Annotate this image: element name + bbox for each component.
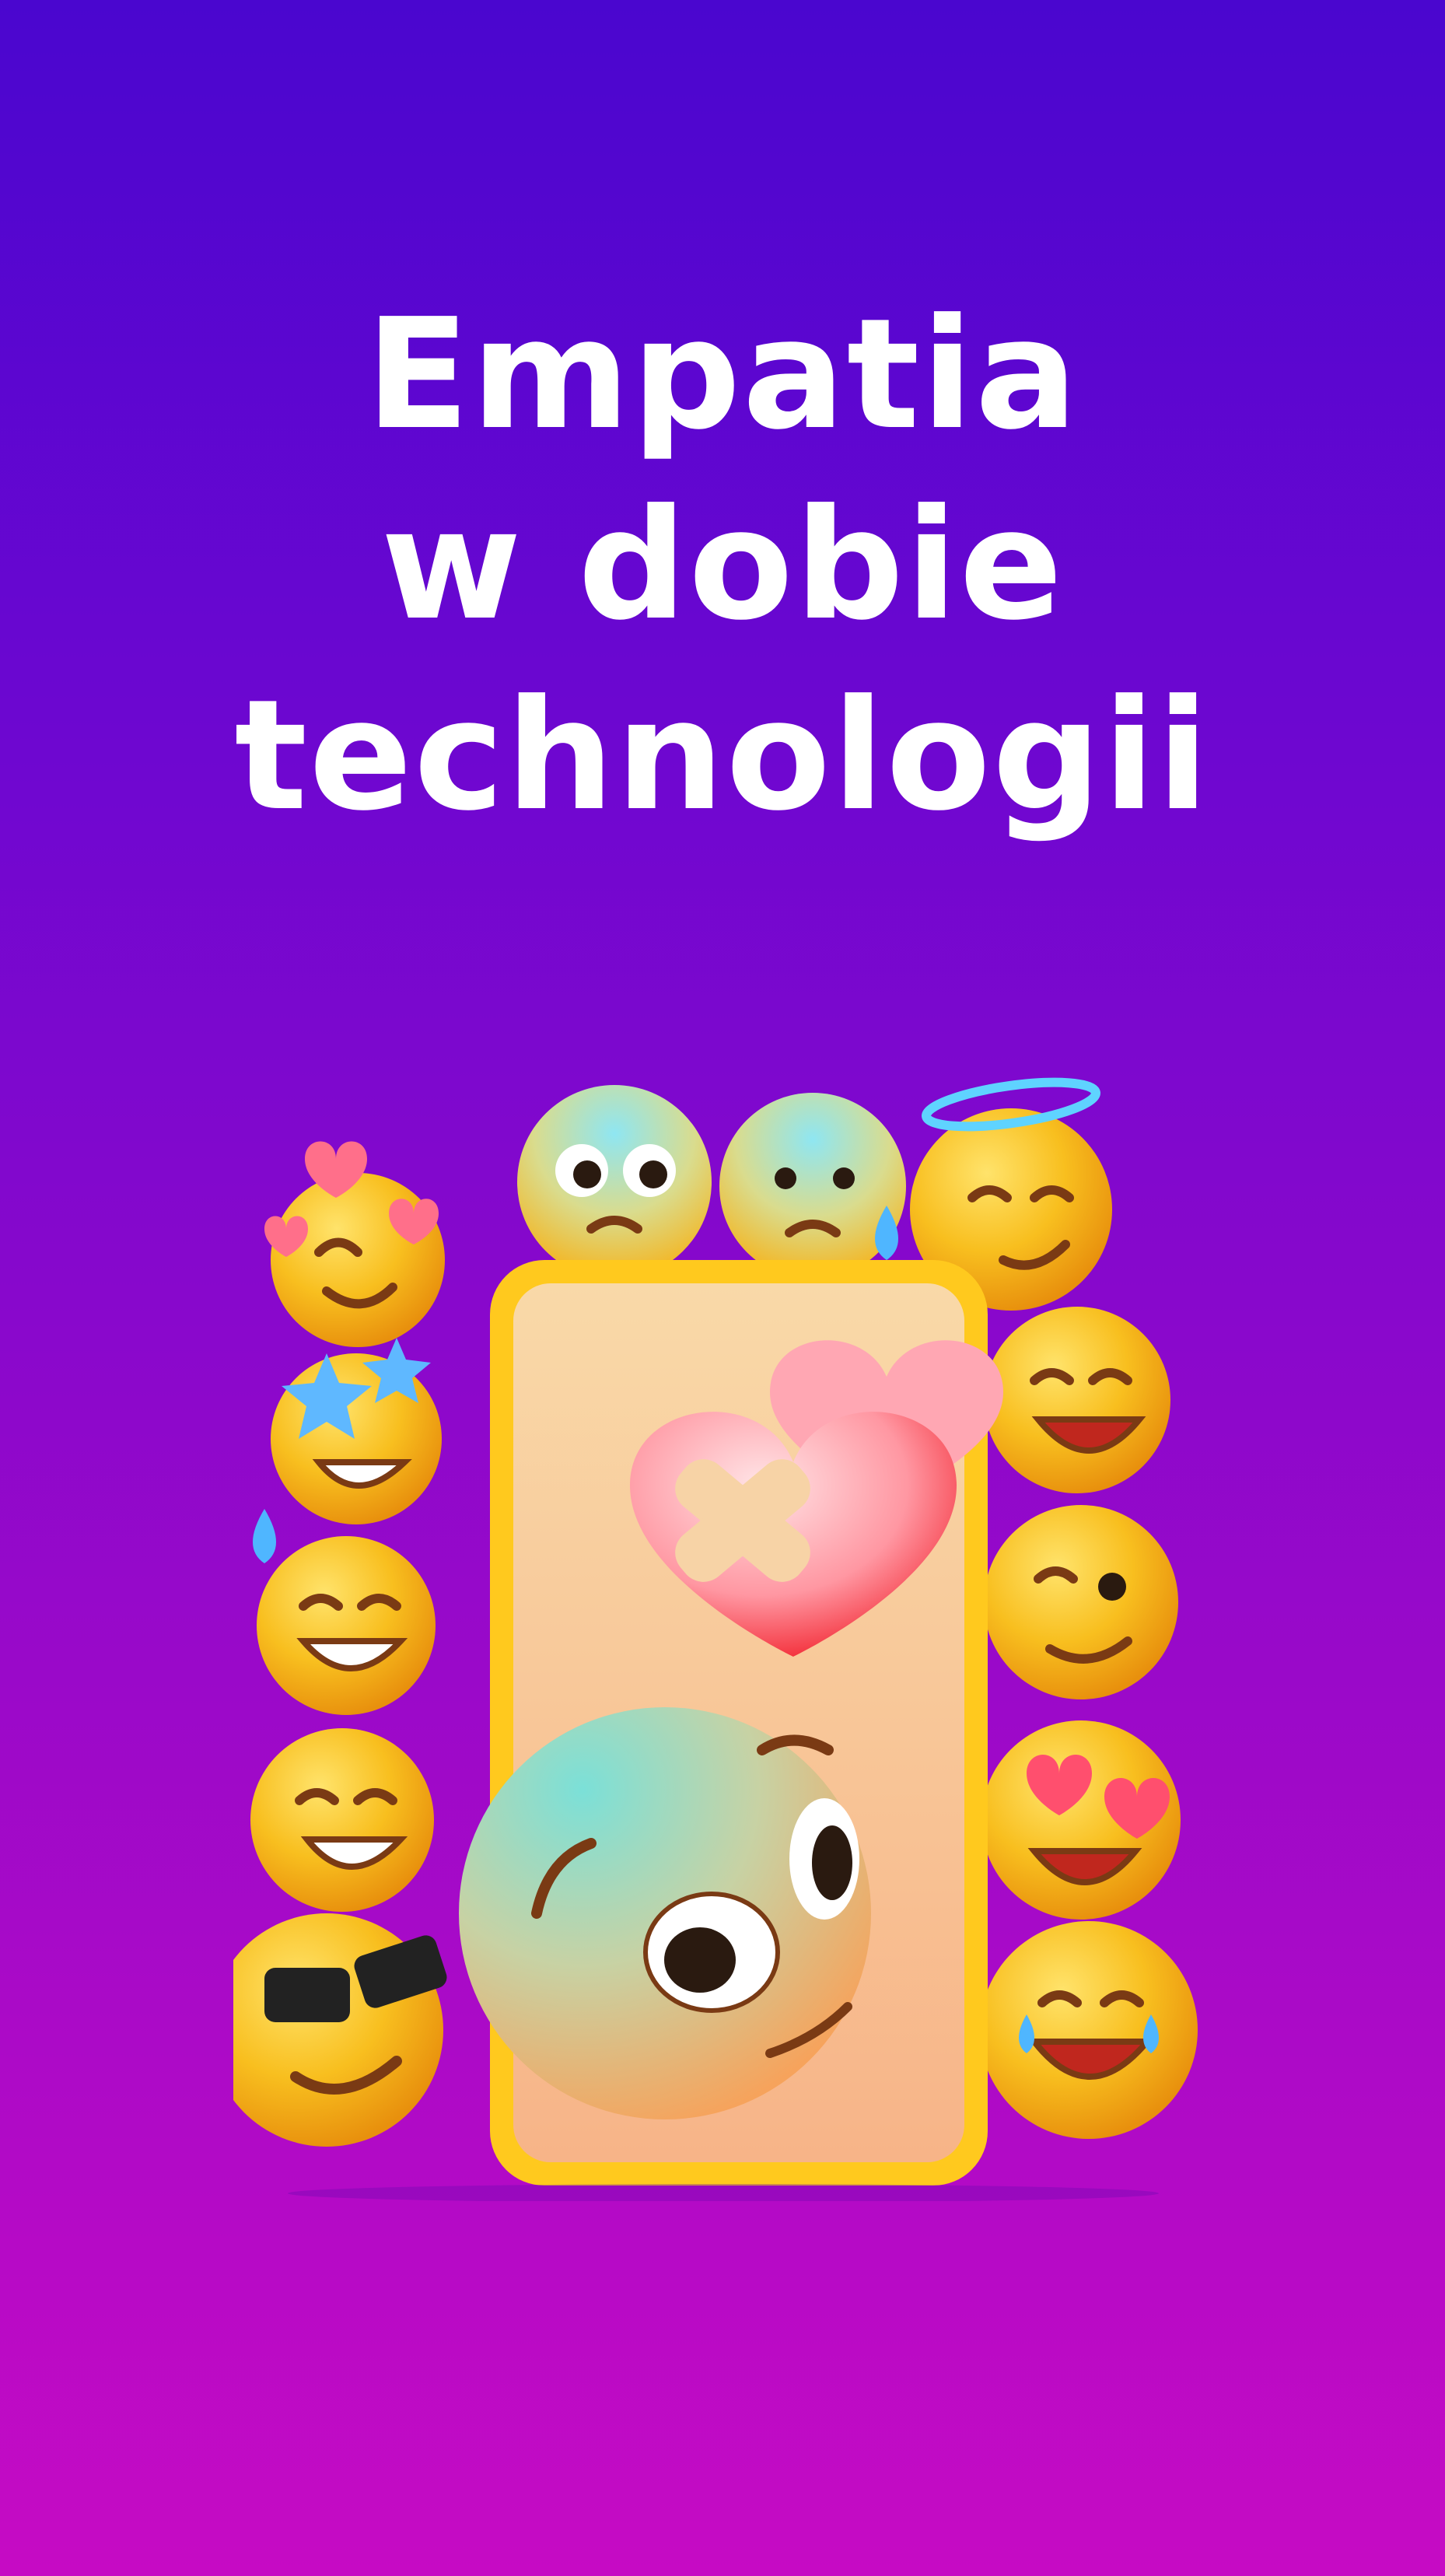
emoji-phone-illustration xyxy=(233,1073,1213,2201)
page-title: Empatia w dobie technologii xyxy=(0,280,1445,852)
right-emoji-column xyxy=(980,1307,1198,2139)
title-line-2: w dobie xyxy=(380,477,1065,654)
title-line-1: Empatia xyxy=(366,286,1079,464)
left-emoji-column xyxy=(233,1141,447,2147)
title-line-3: technologii xyxy=(234,667,1211,845)
smartphone-emoji-icon xyxy=(233,1077,1198,2201)
smartphone xyxy=(459,1260,1003,2186)
